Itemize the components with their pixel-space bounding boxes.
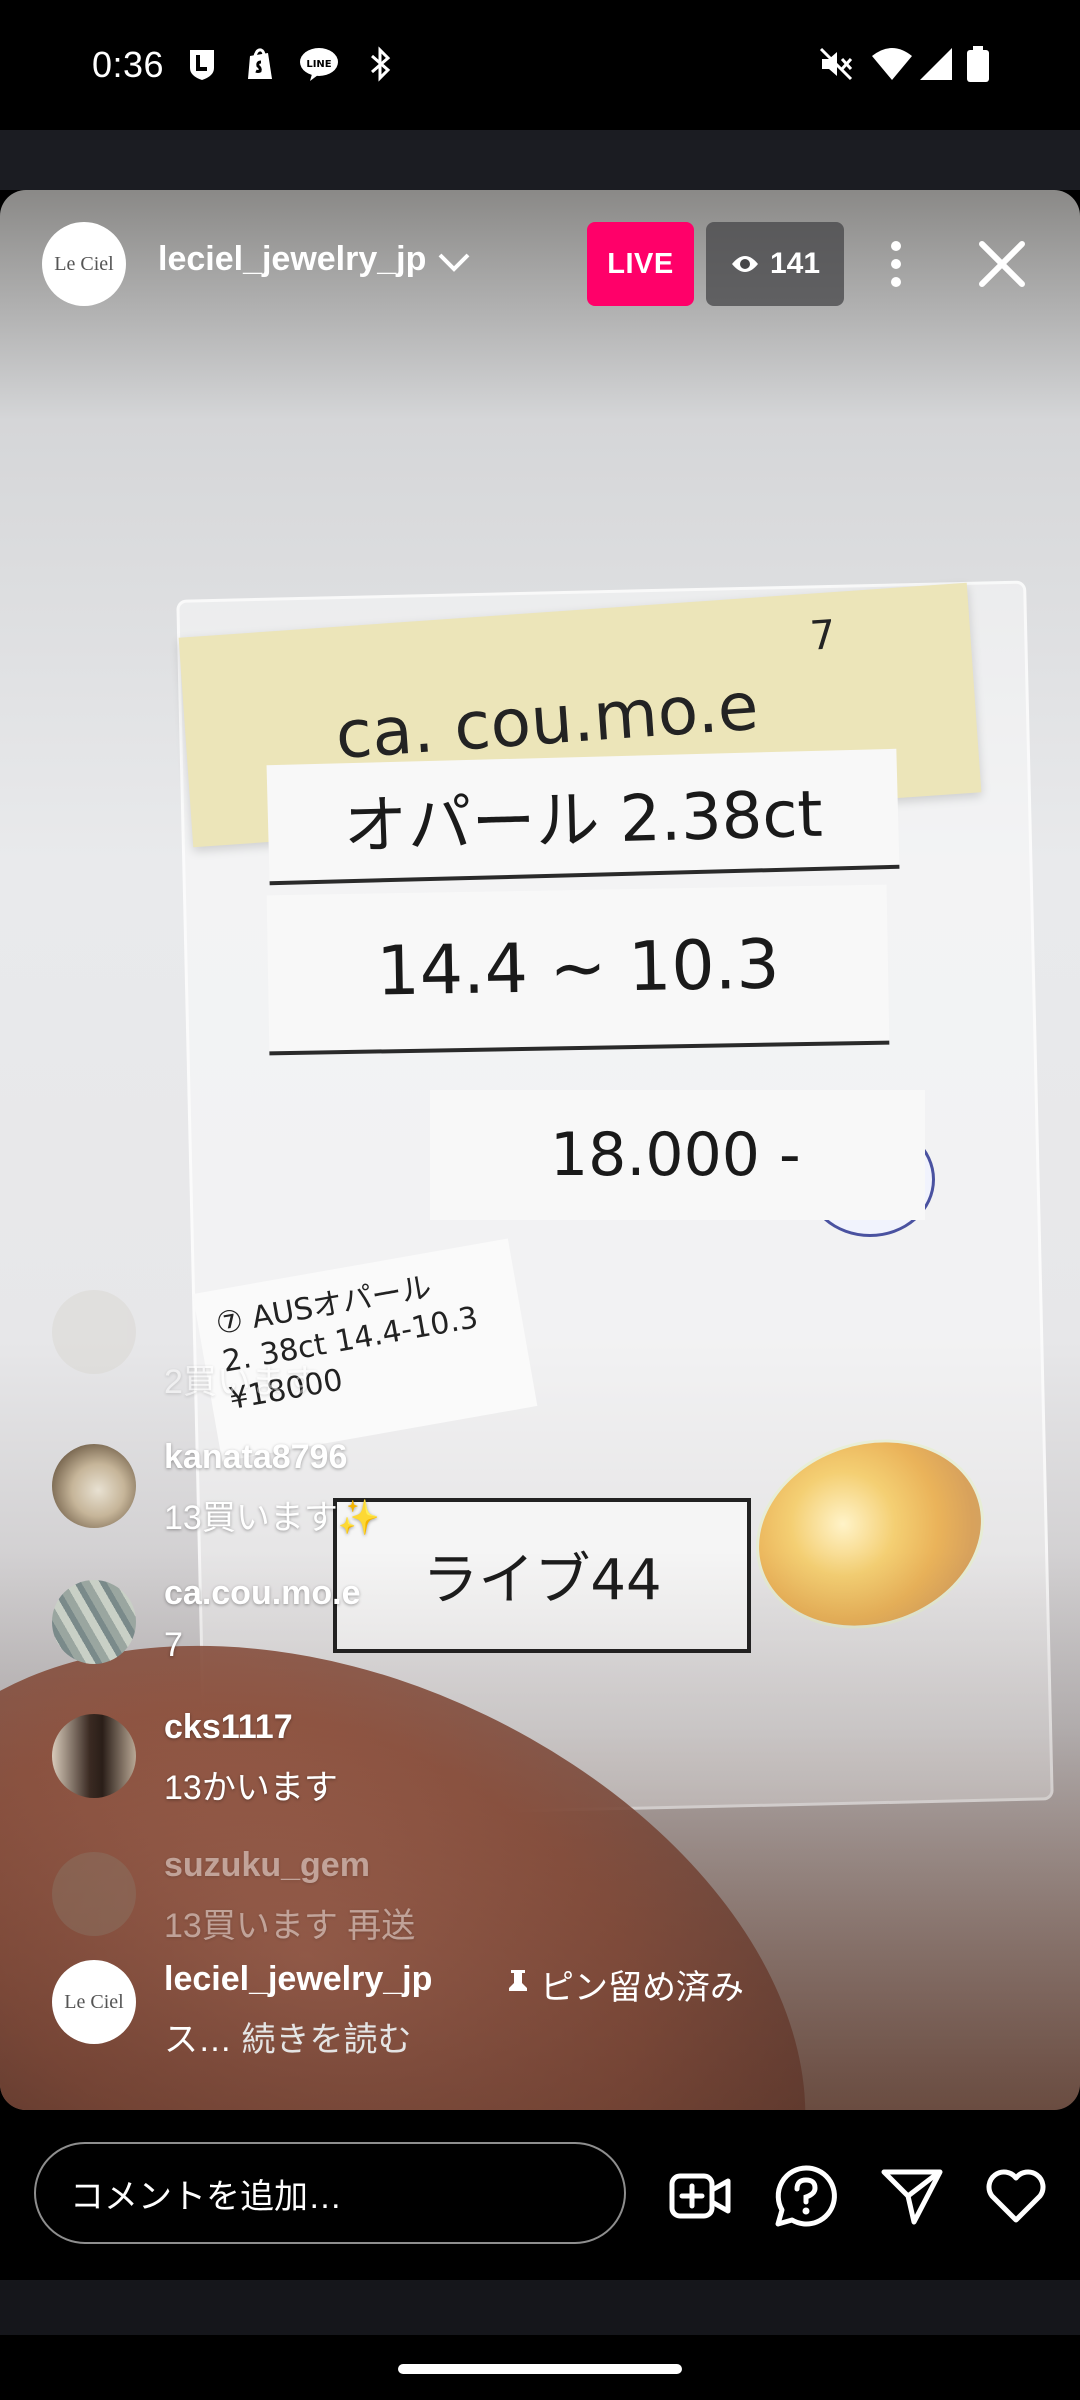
viewer-count-badge[interactable]: 141: [706, 222, 844, 306]
chevron-down-icon[interactable]: [434, 246, 474, 278]
comment-text: 7: [164, 1626, 183, 1664]
pinned-comment-prefix: ス…: [164, 2021, 232, 2059]
clock-time: 0:36: [92, 44, 165, 85]
comment-item: suzuku_gem 13買います 再送: [52, 1846, 952, 1946]
comment-text: 2買います: [164, 1363, 319, 1401]
top-spacer: [0, 130, 1080, 190]
pinned-commenter-avatar[interactable]: Le Ciel: [52, 1960, 136, 2044]
price-card: 18.000 -: [430, 1090, 925, 1220]
comment-item: cks1117 13かいます: [52, 1708, 952, 1808]
send-icon[interactable]: [880, 2164, 944, 2228]
comment-username[interactable]: suzuku_gem: [164, 1846, 370, 1885]
comment-item: kanata8796 13買います✨: [52, 1438, 952, 1538]
question-icon[interactable]: [774, 2164, 838, 2228]
comment-username[interactable]: ca.cou.mo.e: [164, 1574, 361, 1613]
bottom-spacer: [0, 2280, 1080, 2335]
close-icon[interactable]: [972, 234, 1032, 294]
home-indicator[interactable]: [398, 2364, 682, 2374]
line-icon: LINE: [300, 48, 338, 81]
pinned-label-text: ピン留め済み: [540, 1969, 744, 2007]
svg-text:LINE: LINE: [306, 59, 331, 70]
more-options-icon[interactable]: [876, 236, 916, 292]
pin-icon: [509, 1969, 527, 2001]
signal-icon: [920, 48, 952, 80]
bluetooth-icon: [371, 46, 391, 82]
comment-text: 13買います 再送: [164, 1907, 416, 1945]
stone-size-card: 14.4 ~ 10.3: [266, 884, 890, 1056]
commenter-avatar[interactable]: [52, 1444, 136, 1528]
comment-item: ca.cou.mo.e 7: [52, 1574, 952, 1674]
commenter-avatar[interactable]: [52, 1852, 136, 1936]
heart-icon[interactable]: [984, 2164, 1048, 2228]
host-avatar[interactable]: Le Ciel: [42, 222, 126, 306]
status-bar: 0:36 LINE: [0, 0, 1080, 130]
live-badge: LIVE: [587, 222, 694, 306]
comment-text: 13かいます: [164, 1769, 338, 1807]
commenter-avatar[interactable]: [52, 1714, 136, 1798]
comment-item: 2買います: [52, 1290, 952, 1401]
comment-input[interactable]: コメントを追加…: [34, 2142, 626, 2244]
read-more-link[interactable]: 続きを読む: [241, 2021, 411, 2059]
pinned-comment-username[interactable]: leciel_jewelry_jp: [164, 1960, 432, 1999]
comment-username[interactable]: kanata8796: [164, 1438, 347, 1477]
comment-username[interactable]: cks1117: [164, 1708, 293, 1747]
battery-icon: [967, 46, 989, 82]
l-app-icon: [190, 50, 214, 80]
mute-icon: [819, 47, 853, 81]
host-username[interactable]: leciel_jewelry_jp: [158, 240, 426, 279]
add-video-icon[interactable]: [668, 2164, 732, 2228]
wifi-icon: [872, 48, 912, 80]
shopify-icon: [248, 48, 272, 79]
viewer-count: 141: [769, 247, 821, 280]
live-video[interactable]: ca. cou.mo.e 7 オパール 2.38ct 14.4 ~ 10.3 1…: [0, 190, 1080, 2110]
pinned-label: ピン留め済み: [504, 1960, 744, 2009]
pinned-comment[interactable]: Le Ciel leciel_jewelry_jp ピン留め済み ス… 続きを読…: [52, 1960, 1052, 2060]
stone-type-card: オパール 2.38ct: [266, 748, 900, 886]
pinned-comment-text: ス… 続きを読む: [164, 2012, 411, 2061]
comment-text: 13買います✨: [164, 1499, 381, 1537]
commenter-avatar[interactable]: [52, 1580, 136, 1664]
sticky-note-number: 7: [808, 612, 838, 660]
commenter-avatar[interactable]: [52, 1290, 136, 1374]
eye-icon: [731, 256, 758, 272]
